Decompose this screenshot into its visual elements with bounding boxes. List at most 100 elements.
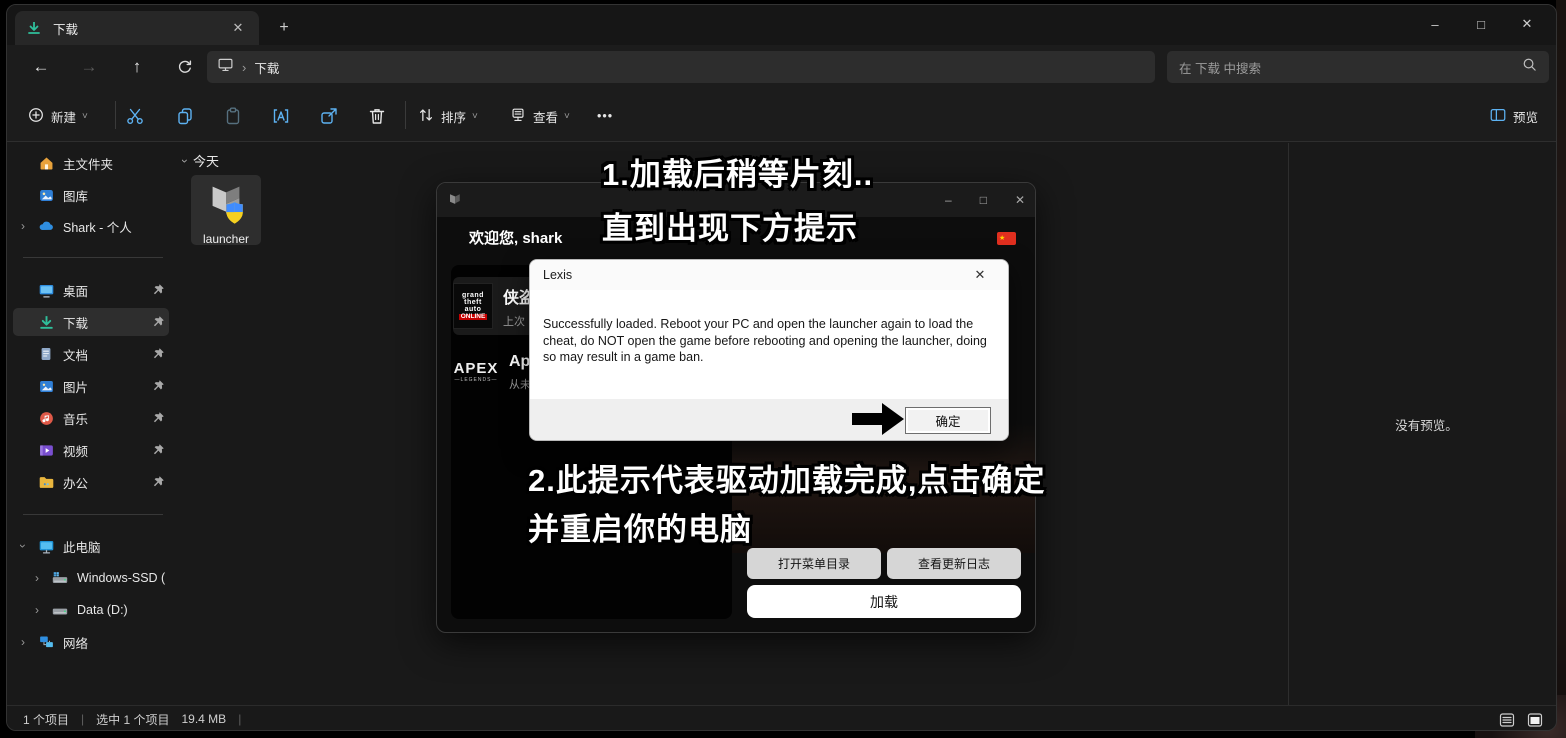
sort-arrows-icon <box>417 106 435 127</box>
windows-drive-icon <box>51 569 69 587</box>
new-button[interactable]: 新建 ˅ <box>27 101 88 131</box>
delete-button[interactable] <box>364 103 390 129</box>
group-label: 今天 <box>193 151 219 170</box>
dialog-footer: 确定 <box>530 399 1008 441</box>
window-minimize-button[interactable]: – <box>1412 7 1458 41</box>
up-button[interactable]: ↑ <box>123 53 151 81</box>
preview-toggle-button[interactable]: 预览 <box>1489 101 1538 131</box>
launcher-maximize-button[interactable]: □ <box>980 193 987 207</box>
apex-legends-logo: APEX —LEGENDS— <box>453 361 499 383</box>
chevron-down-icon: ˅ <box>472 111 478 122</box>
view-button[interactable]: 查看 ˅ <box>509 101 570 131</box>
document-icon <box>37 345 55 363</box>
tab-downloads[interactable]: 下载 ✕ <box>15 11 259 45</box>
load-button[interactable]: 加载 <box>747 585 1021 618</box>
window-maximize-button[interactable]: □ <box>1458 7 1504 41</box>
download-icon <box>37 313 55 331</box>
tab-title: 下载 <box>53 19 217 38</box>
large-icons-view-button[interactable] <box>1524 709 1546 731</box>
pin-icon <box>151 315 165 329</box>
pictures-icon <box>37 377 55 395</box>
sidebar-item-gallery[interactable]: 图库 <box>13 181 169 209</box>
download-icon <box>25 19 43 37</box>
forward-button[interactable]: → <box>75 53 103 81</box>
file-name: launcher <box>203 232 249 246</box>
breadcrumb[interactable]: › 下载 <box>207 51 1155 83</box>
pin-icon <box>151 475 165 489</box>
paste-button[interactable] <box>220 103 246 129</box>
onedrive-cloud-icon <box>37 217 55 235</box>
group-header-today[interactable]: › 今天 <box>183 151 219 170</box>
circle-plus-icon <box>27 106 45 127</box>
sort-button[interactable]: 排序 ˅ <box>417 101 478 131</box>
sidebar: 主文件夹 图库 › Shark - 个人 桌面 <box>7 143 175 705</box>
rename-button[interactable] <box>268 103 294 129</box>
dialog-close-icon[interactable]: ✕ <box>965 267 995 283</box>
launcher-greeting: 欢迎您, shark <box>469 227 562 248</box>
sidebar-item-this-pc[interactable]: › 此电脑 <box>13 532 169 560</box>
more-options-button[interactable]: ••• <box>597 101 613 131</box>
pin-icon <box>151 411 165 425</box>
search-icon <box>1522 57 1537 77</box>
ok-button[interactable]: 确定 <box>905 407 991 434</box>
annotation-arrow-icon <box>852 400 904 438</box>
sidebar-item-downloads[interactable]: 下载 <box>13 308 169 336</box>
sidebar-item-network[interactable]: › 网络 <box>13 628 169 656</box>
folder-icon <box>37 473 55 491</box>
sidebar-item-onedrive[interactable]: › Shark - 个人 <box>13 212 169 240</box>
chevron-down-icon: ˅ <box>82 111 88 122</box>
gta-online-logo: grand theft auto ONLINE <box>453 283 493 329</box>
china-flag-icon[interactable]: ★ <box>997 232 1016 245</box>
sidebar-item-office[interactable]: 办公 <box>13 468 169 496</box>
sidebar-item-home[interactable]: 主文件夹 <box>13 149 169 177</box>
sidebar-item-music[interactable]: 音乐 <box>13 404 169 432</box>
gallery-icon <box>37 186 55 204</box>
sidebar-divider <box>23 257 163 258</box>
chevron-right-icon: › <box>31 571 43 585</box>
preview-empty-text: 没有预览。 <box>1395 415 1458 434</box>
launcher-minimize-button[interactable]: – <box>945 193 952 207</box>
desktop-icon <box>37 281 55 299</box>
refresh-button[interactable] <box>171 53 199 81</box>
breadcrumb-location[interactable]: 下载 <box>254 58 279 77</box>
chevron-right-icon: › <box>31 603 43 617</box>
new-button-label: 新建 <box>51 107 76 126</box>
sidebar-item-desktop[interactable]: 桌面 <box>13 276 169 304</box>
drive-icon <box>51 601 69 619</box>
this-pc-icon <box>217 56 234 78</box>
preview-toggle-label: 预览 <box>1513 107 1538 126</box>
sidebar-item-pictures[interactable]: 图片 <box>13 372 169 400</box>
annotation-step2: 2.此提示代表驱动加载完成,点击确定 并重启你的电脑 <box>528 456 1045 554</box>
cut-button[interactable] <box>122 103 148 129</box>
view-button-label: 查看 <box>533 107 558 126</box>
launcher-app-icon <box>203 179 249 230</box>
pin-icon <box>151 347 165 361</box>
sidebar-item-documents[interactable]: 文档 <box>13 340 169 368</box>
file-launcher[interactable]: launcher <box>191 175 261 245</box>
sidebar-item-drive-d[interactable]: › Data (D:) <box>13 596 169 624</box>
details-view-button[interactable] <box>1496 709 1518 731</box>
copy-button[interactable] <box>172 103 198 129</box>
search-input[interactable]: 在 下载 中搜索 <box>1167 51 1549 83</box>
search-placeholder: 在 下载 中搜索 <box>1179 58 1522 77</box>
pin-icon <box>151 379 165 393</box>
preview-pane-icon <box>1489 106 1507 127</box>
navigation-bar: ← → ↑ › 下载 在 下载 中搜索 <box>7 45 1556 89</box>
back-button[interactable]: ← <box>27 53 55 81</box>
dialog-title-bar[interactable]: Lexis ✕ <box>530 260 1008 290</box>
command-bar: 新建 ˅ 排序 ˅ <box>7 89 1556 142</box>
lexis-dialog: Lexis ✕ Successfully loaded. Reboot your… <box>529 259 1009 441</box>
preview-pane: 没有预览。 <box>1288 143 1557 705</box>
status-bar: 1 个项目 | 选中 1 个项目 19.4 MB | <box>7 705 1556 731</box>
tab-close-icon[interactable]: ✕ <box>227 17 249 39</box>
desktop-wallpaper-edge <box>1556 0 1566 738</box>
network-icon <box>37 633 55 651</box>
launcher-app-small-icon <box>447 192 462 212</box>
sidebar-item-drive-c[interactable]: › Windows-SSD (C <box>13 564 169 592</box>
sidebar-item-videos[interactable]: 视频 <box>13 436 169 464</box>
share-button[interactable] <box>316 103 342 129</box>
launcher-close-button[interactable]: ✕ <box>1015 193 1025 207</box>
music-icon <box>37 409 55 427</box>
window-close-button[interactable]: ✕ <box>1504 7 1550 41</box>
new-tab-button[interactable]: + <box>271 15 297 41</box>
